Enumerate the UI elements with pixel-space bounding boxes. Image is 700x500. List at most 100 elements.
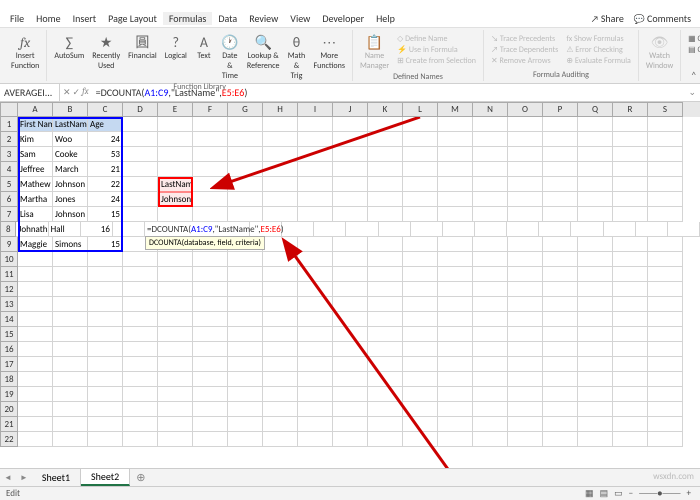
cell[interactable] <box>193 252 228 267</box>
cell[interactable] <box>263 432 298 447</box>
col-header[interactable]: P <box>543 102 578 117</box>
cell[interactable] <box>648 192 683 207</box>
cell[interactable] <box>578 432 613 447</box>
define-name-item[interactable]: ◇ Define Name <box>397 34 476 44</box>
col-header[interactable]: S <box>648 102 683 117</box>
cell[interactable] <box>298 327 333 342</box>
row-header[interactable]: 4 <box>0 162 18 177</box>
cell[interactable] <box>158 267 193 282</box>
row-header[interactable]: 7 <box>0 207 18 222</box>
date-time-button[interactable]: 🕐Date & Time <box>218 32 242 82</box>
cell[interactable] <box>298 312 333 327</box>
cell[interactable] <box>298 342 333 357</box>
cell[interactable] <box>18 342 53 357</box>
cell[interactable] <box>403 417 438 432</box>
cell[interactable] <box>578 237 613 252</box>
cell[interactable] <box>438 342 473 357</box>
cell[interactable] <box>18 357 53 372</box>
cell[interactable]: Johnson <box>53 177 88 192</box>
logical-button[interactable]: ?Logical <box>162 32 190 62</box>
cell[interactable] <box>438 177 473 192</box>
cell[interactable] <box>508 402 543 417</box>
cell[interactable] <box>578 267 613 282</box>
cell[interactable] <box>158 342 193 357</box>
cell[interactable] <box>368 372 403 387</box>
cell[interactable] <box>263 177 298 192</box>
cell[interactable]: Johnathar <box>16 222 48 237</box>
cell[interactable] <box>508 192 543 207</box>
cell[interactable] <box>403 252 438 267</box>
cell[interactable] <box>473 147 508 162</box>
row-header[interactable]: 8 <box>0 222 16 237</box>
financial-button[interactable]: 圓Financial <box>125 32 160 62</box>
cell[interactable] <box>193 282 228 297</box>
cell[interactable] <box>403 117 438 132</box>
cell[interactable] <box>648 402 683 417</box>
cell[interactable] <box>613 237 648 252</box>
cell[interactable] <box>158 252 193 267</box>
cell[interactable] <box>193 192 228 207</box>
cell[interactable] <box>228 417 263 432</box>
cell[interactable] <box>648 162 683 177</box>
cell[interactable]: Johnson <box>158 192 193 207</box>
cell[interactable] <box>473 237 508 252</box>
cell[interactable] <box>613 327 648 342</box>
cell[interactable] <box>228 312 263 327</box>
cell[interactable] <box>123 342 158 357</box>
cell[interactable] <box>193 417 228 432</box>
error-checking-item[interactable]: ⚠ Error Checking <box>566 45 631 55</box>
cell[interactable] <box>298 267 333 282</box>
autosum-button[interactable]: ∑AutoSum <box>51 32 87 62</box>
cell[interactable] <box>228 282 263 297</box>
row-header[interactable]: 20 <box>0 402 18 417</box>
cell[interactable] <box>578 387 613 402</box>
cell[interactable] <box>193 387 228 402</box>
cell[interactable] <box>648 132 683 147</box>
cell[interactable] <box>543 207 578 222</box>
cell[interactable] <box>193 207 228 222</box>
cell[interactable] <box>123 267 158 282</box>
cell[interactable] <box>438 312 473 327</box>
cell[interactable] <box>668 222 700 237</box>
col-header[interactable]: F <box>193 102 228 117</box>
cell[interactable] <box>508 267 543 282</box>
col-header[interactable]: L <box>403 102 438 117</box>
cell[interactable] <box>158 432 193 447</box>
cell[interactable] <box>543 132 578 147</box>
cell[interactable] <box>438 327 473 342</box>
cell[interactable]: Lisa <box>18 207 53 222</box>
cell[interactable] <box>193 312 228 327</box>
cell[interactable] <box>263 192 298 207</box>
text-button[interactable]: AText <box>192 32 216 62</box>
menu-review[interactable]: Review <box>243 12 284 25</box>
cell[interactable] <box>333 117 368 132</box>
cell[interactable] <box>193 267 228 282</box>
cell[interactable] <box>298 387 333 402</box>
calculate-now-item[interactable]: ▦ Calculate Now <box>688 34 700 44</box>
cell[interactable] <box>228 117 263 132</box>
cell[interactable] <box>578 357 613 372</box>
cell[interactable] <box>193 162 228 177</box>
cell[interactable] <box>473 282 508 297</box>
cell[interactable] <box>648 267 683 282</box>
cell[interactable] <box>438 357 473 372</box>
col-header[interactable]: D <box>123 102 158 117</box>
cell[interactable] <box>508 162 543 177</box>
cell[interactable] <box>53 267 88 282</box>
cell[interactable] <box>613 432 648 447</box>
cell[interactable] <box>508 282 543 297</box>
cell[interactable]: 22 <box>88 177 123 192</box>
cell[interactable] <box>18 252 53 267</box>
menu-view[interactable]: View <box>284 12 316 25</box>
cell[interactable] <box>648 357 683 372</box>
cell[interactable] <box>298 147 333 162</box>
row-header[interactable]: 2 <box>0 132 18 147</box>
cell[interactable] <box>508 132 543 147</box>
cell[interactable] <box>403 282 438 297</box>
cell[interactable] <box>18 312 53 327</box>
cell[interactable] <box>228 132 263 147</box>
cell[interactable] <box>53 387 88 402</box>
cell[interactable] <box>88 297 123 312</box>
cell[interactable] <box>648 117 683 132</box>
cell[interactable] <box>53 357 88 372</box>
